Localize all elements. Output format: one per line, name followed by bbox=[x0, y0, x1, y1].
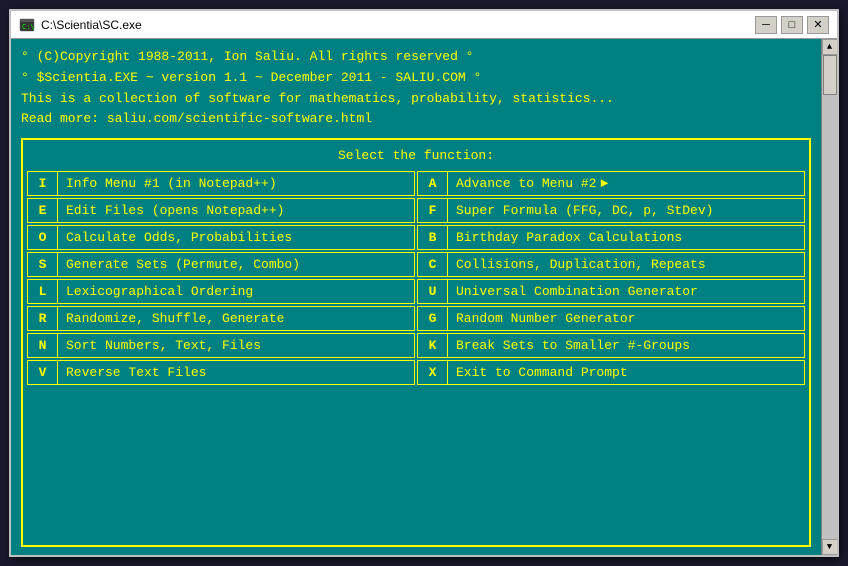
content-area: ° (C)Copyright 1988-2011, Ion Saliu. All… bbox=[11, 39, 821, 555]
menu-row-right-b[interactable]: B Birthday Paradox Calculations bbox=[417, 225, 805, 250]
menu-row-right-k[interactable]: K Break Sets to Smaller #-Groups bbox=[417, 333, 805, 358]
svg-text:C:\: C:\ bbox=[22, 23, 35, 31]
menu-key-i[interactable]: I bbox=[28, 172, 58, 195]
menu-label-c[interactable]: Collisions, Duplication, Repeats bbox=[448, 253, 804, 276]
menu-key-l[interactable]: L bbox=[28, 280, 58, 303]
menu-label-k[interactable]: Break Sets to Smaller #-Groups bbox=[448, 334, 804, 357]
menu-label-f[interactable]: Super Formula (FFG, DC, p, StDev) bbox=[448, 199, 804, 222]
scrollbar-down[interactable]: ▼ bbox=[822, 539, 838, 555]
menu-label-i[interactable]: Info Menu #1 (in Notepad++) bbox=[58, 172, 414, 195]
title-bar: C:\ C:\Scientia\SC.exe ─ □ ✕ bbox=[11, 11, 837, 39]
menu-row-right-a[interactable]: A Advance to Menu #2 ► bbox=[417, 171, 805, 196]
menu-row-left-o[interactable]: O Calculate Odds, Probabilities bbox=[27, 225, 415, 250]
menu-key-v[interactable]: V bbox=[28, 361, 58, 384]
menu-label-n[interactable]: Sort Numbers, Text, Files bbox=[58, 334, 414, 357]
menu-row-right-c[interactable]: C Collisions, Duplication, Repeats bbox=[417, 252, 805, 277]
menu-title: Select the function: bbox=[27, 144, 805, 167]
menu-key-r[interactable]: R bbox=[28, 307, 58, 330]
menu-label-o[interactable]: Calculate Odds, Probabilities bbox=[58, 226, 414, 249]
menu-key-s[interactable]: S bbox=[28, 253, 58, 276]
menu-label-s[interactable]: Generate Sets (Permute, Combo) bbox=[58, 253, 414, 276]
scrollbar-track bbox=[822, 55, 837, 539]
minimize-button[interactable]: ─ bbox=[755, 16, 777, 34]
menu-row-left-i[interactable]: I Info Menu #1 (in Notepad++) bbox=[27, 171, 415, 196]
menu-key-o[interactable]: O bbox=[28, 226, 58, 249]
menu-label-g[interactable]: Random Number Generator bbox=[448, 307, 804, 330]
menu-key-k[interactable]: K bbox=[418, 334, 448, 357]
menu-row-left-s[interactable]: S Generate Sets (Permute, Combo) bbox=[27, 252, 415, 277]
close-button[interactable]: ✕ bbox=[807, 16, 829, 34]
menu-label-e[interactable]: Edit Files (opens Notepad++) bbox=[58, 199, 414, 222]
header-line-2: ° $Scientia.EXE ~ version 1.1 ~ December… bbox=[21, 68, 811, 89]
menu-label-l[interactable]: Lexicographical Ordering bbox=[58, 280, 414, 303]
header-text: ° (C)Copyright 1988-2011, Ion Saliu. All… bbox=[21, 47, 811, 130]
menu-key-b[interactable]: B bbox=[418, 226, 448, 249]
menu-key-x[interactable]: X bbox=[418, 361, 448, 384]
menu-grid: I Info Menu #1 (in Notepad++) A Advance … bbox=[27, 171, 805, 385]
menu-row-left-r[interactable]: R Randomize, Shuffle, Generate bbox=[27, 306, 415, 331]
main-window: C:\ C:\Scientia\SC.exe ─ □ ✕ ° (C)Copyri… bbox=[9, 9, 839, 557]
maximize-button[interactable]: □ bbox=[781, 16, 803, 34]
scrollbar-thumb[interactable] bbox=[823, 55, 837, 95]
menu-row-left-l[interactable]: L Lexicographical Ordering bbox=[27, 279, 415, 304]
menu-label-a[interactable]: Advance to Menu #2 ► bbox=[448, 172, 804, 195]
scrollbar: ▲ ▼ bbox=[821, 39, 837, 555]
menu-key-c[interactable]: C bbox=[418, 253, 448, 276]
menu-row-left-e[interactable]: E Edit Files (opens Notepad++) bbox=[27, 198, 415, 223]
menu-label-u[interactable]: Universal Combination Generator bbox=[448, 280, 804, 303]
menu-label-b[interactable]: Birthday Paradox Calculations bbox=[448, 226, 804, 249]
window-title: C:\Scientia\SC.exe bbox=[41, 18, 755, 32]
menu-row-left-v[interactable]: V Reverse Text Files bbox=[27, 360, 415, 385]
header-line-3: This is a collection of software for mat… bbox=[21, 89, 811, 110]
menu-key-n[interactable]: N bbox=[28, 334, 58, 357]
window-controls: ─ □ ✕ bbox=[755, 16, 829, 34]
scrollbar-up[interactable]: ▲ bbox=[822, 39, 838, 55]
menu-key-g[interactable]: G bbox=[418, 307, 448, 330]
header-line-1: ° (C)Copyright 1988-2011, Ion Saliu. All… bbox=[21, 47, 811, 68]
menu-key-u[interactable]: U bbox=[418, 280, 448, 303]
menu-row-left-n[interactable]: N Sort Numbers, Text, Files bbox=[27, 333, 415, 358]
menu-label-r[interactable]: Randomize, Shuffle, Generate bbox=[58, 307, 414, 330]
header-line-4: Read more: saliu.com/scientific-software… bbox=[21, 109, 811, 130]
menu-label-x[interactable]: Exit to Command Prompt bbox=[448, 361, 804, 384]
menu-label-v[interactable]: Reverse Text Files bbox=[58, 361, 414, 384]
menu-key-f[interactable]: F bbox=[418, 199, 448, 222]
menu-box: Select the function: I Info Menu #1 (in … bbox=[21, 138, 811, 547]
menu-key-e[interactable]: E bbox=[28, 199, 58, 222]
arrow-right-icon: ► bbox=[600, 176, 608, 191]
menu-row-right-u[interactable]: U Universal Combination Generator bbox=[417, 279, 805, 304]
menu-row-right-g[interactable]: G Random Number Generator bbox=[417, 306, 805, 331]
window-icon: C:\ bbox=[19, 17, 35, 33]
scrollable-area: ° (C)Copyright 1988-2011, Ion Saliu. All… bbox=[11, 39, 837, 555]
menu-row-right-x[interactable]: X Exit to Command Prompt bbox=[417, 360, 805, 385]
menu-row-right-f[interactable]: F Super Formula (FFG, DC, p, StDev) bbox=[417, 198, 805, 223]
menu-key-a[interactable]: A bbox=[418, 172, 448, 195]
